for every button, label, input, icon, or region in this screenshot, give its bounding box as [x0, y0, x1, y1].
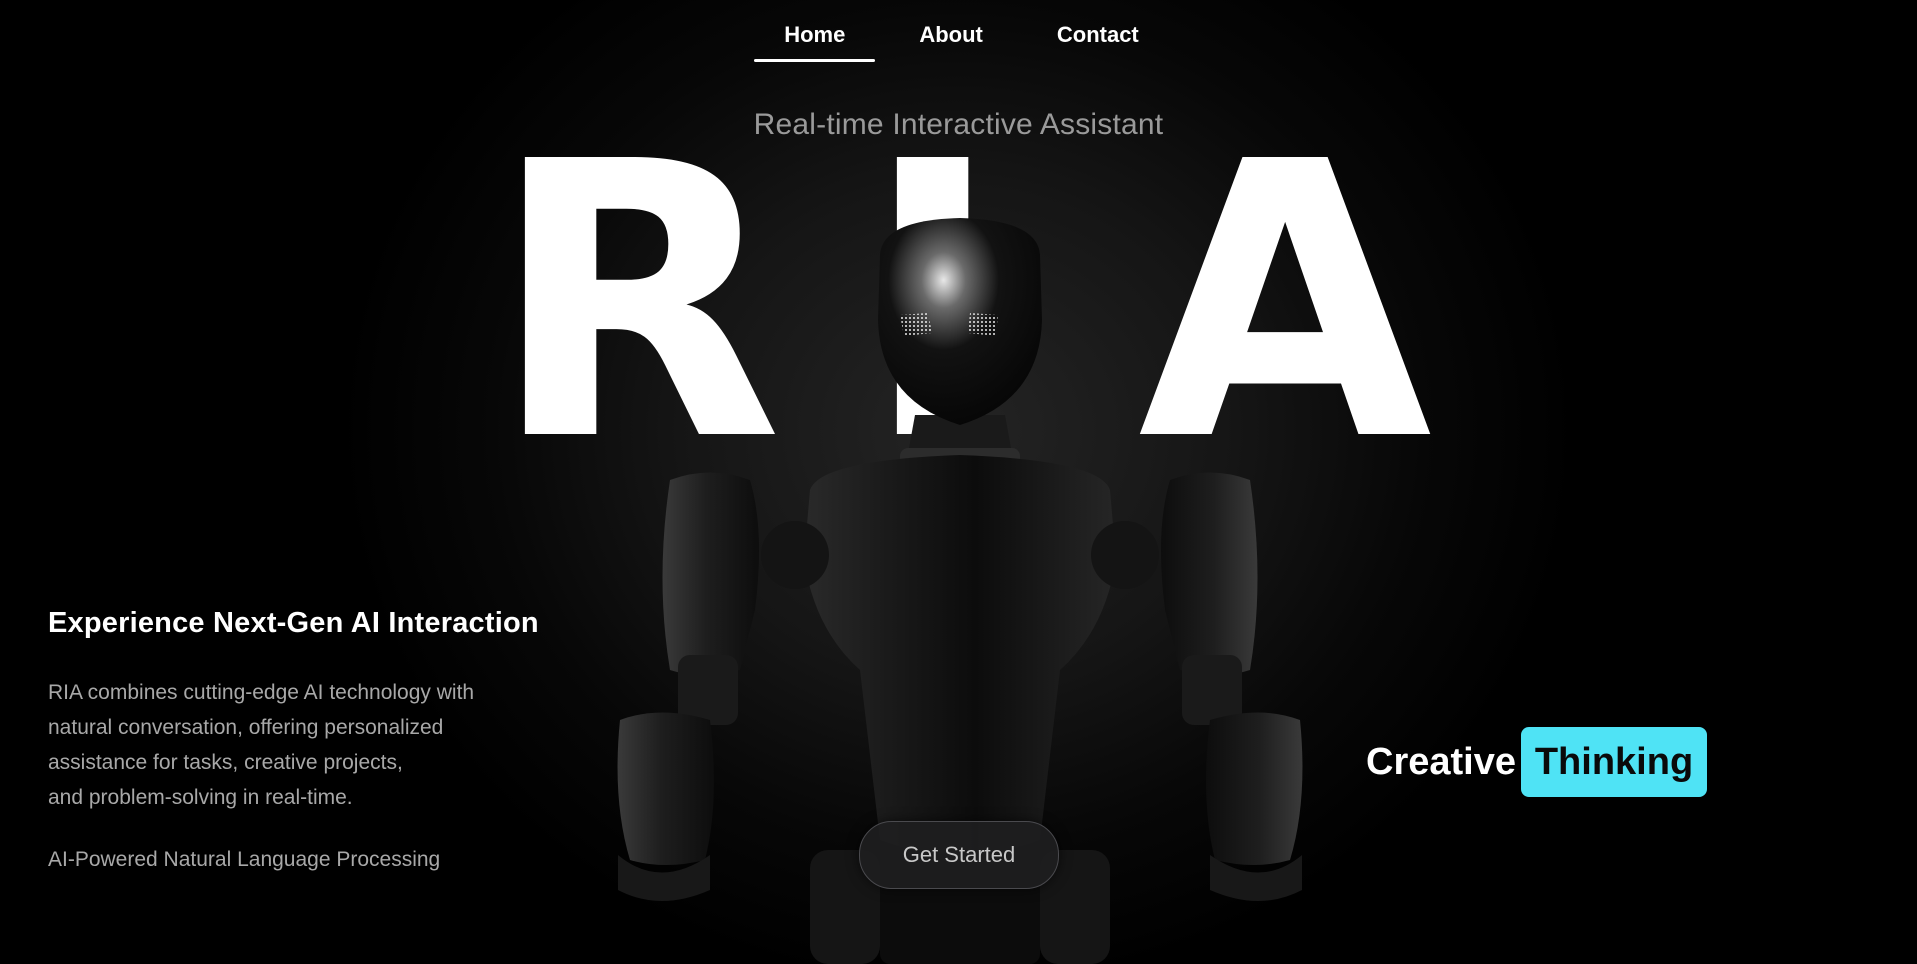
nav-home[interactable]: Home [754, 18, 876, 64]
feature-text: AI-Powered Natural Language Processing [48, 848, 441, 871]
top-nav: Home About Contact [0, 18, 1917, 64]
intro-description-line: natural conversation, offering personali… [48, 716, 444, 739]
intro-headline: Experience Next-Gen AI Interaction [48, 607, 539, 639]
nav-about[interactable]: About [889, 18, 1013, 64]
tagline-thinking-badge: Thinking [1521, 727, 1707, 797]
intro-description-line: assistance for tasks, creative projects, [48, 751, 403, 774]
nav-contact[interactable]: Contact [1027, 18, 1169, 64]
intro-description-line: and problem-solving in real-time. [48, 786, 353, 809]
intro-description: RIA combines cutting-edge AI technology … [48, 675, 568, 815]
tagline-creative: Creative [1366, 741, 1516, 783]
landing-page: Home About Contact Real-time Interactive… [0, 0, 1917, 964]
get-started-button[interactable]: Get Started [859, 821, 1059, 889]
intro-description-line: RIA combines cutting-edge AI technology … [48, 681, 475, 704]
